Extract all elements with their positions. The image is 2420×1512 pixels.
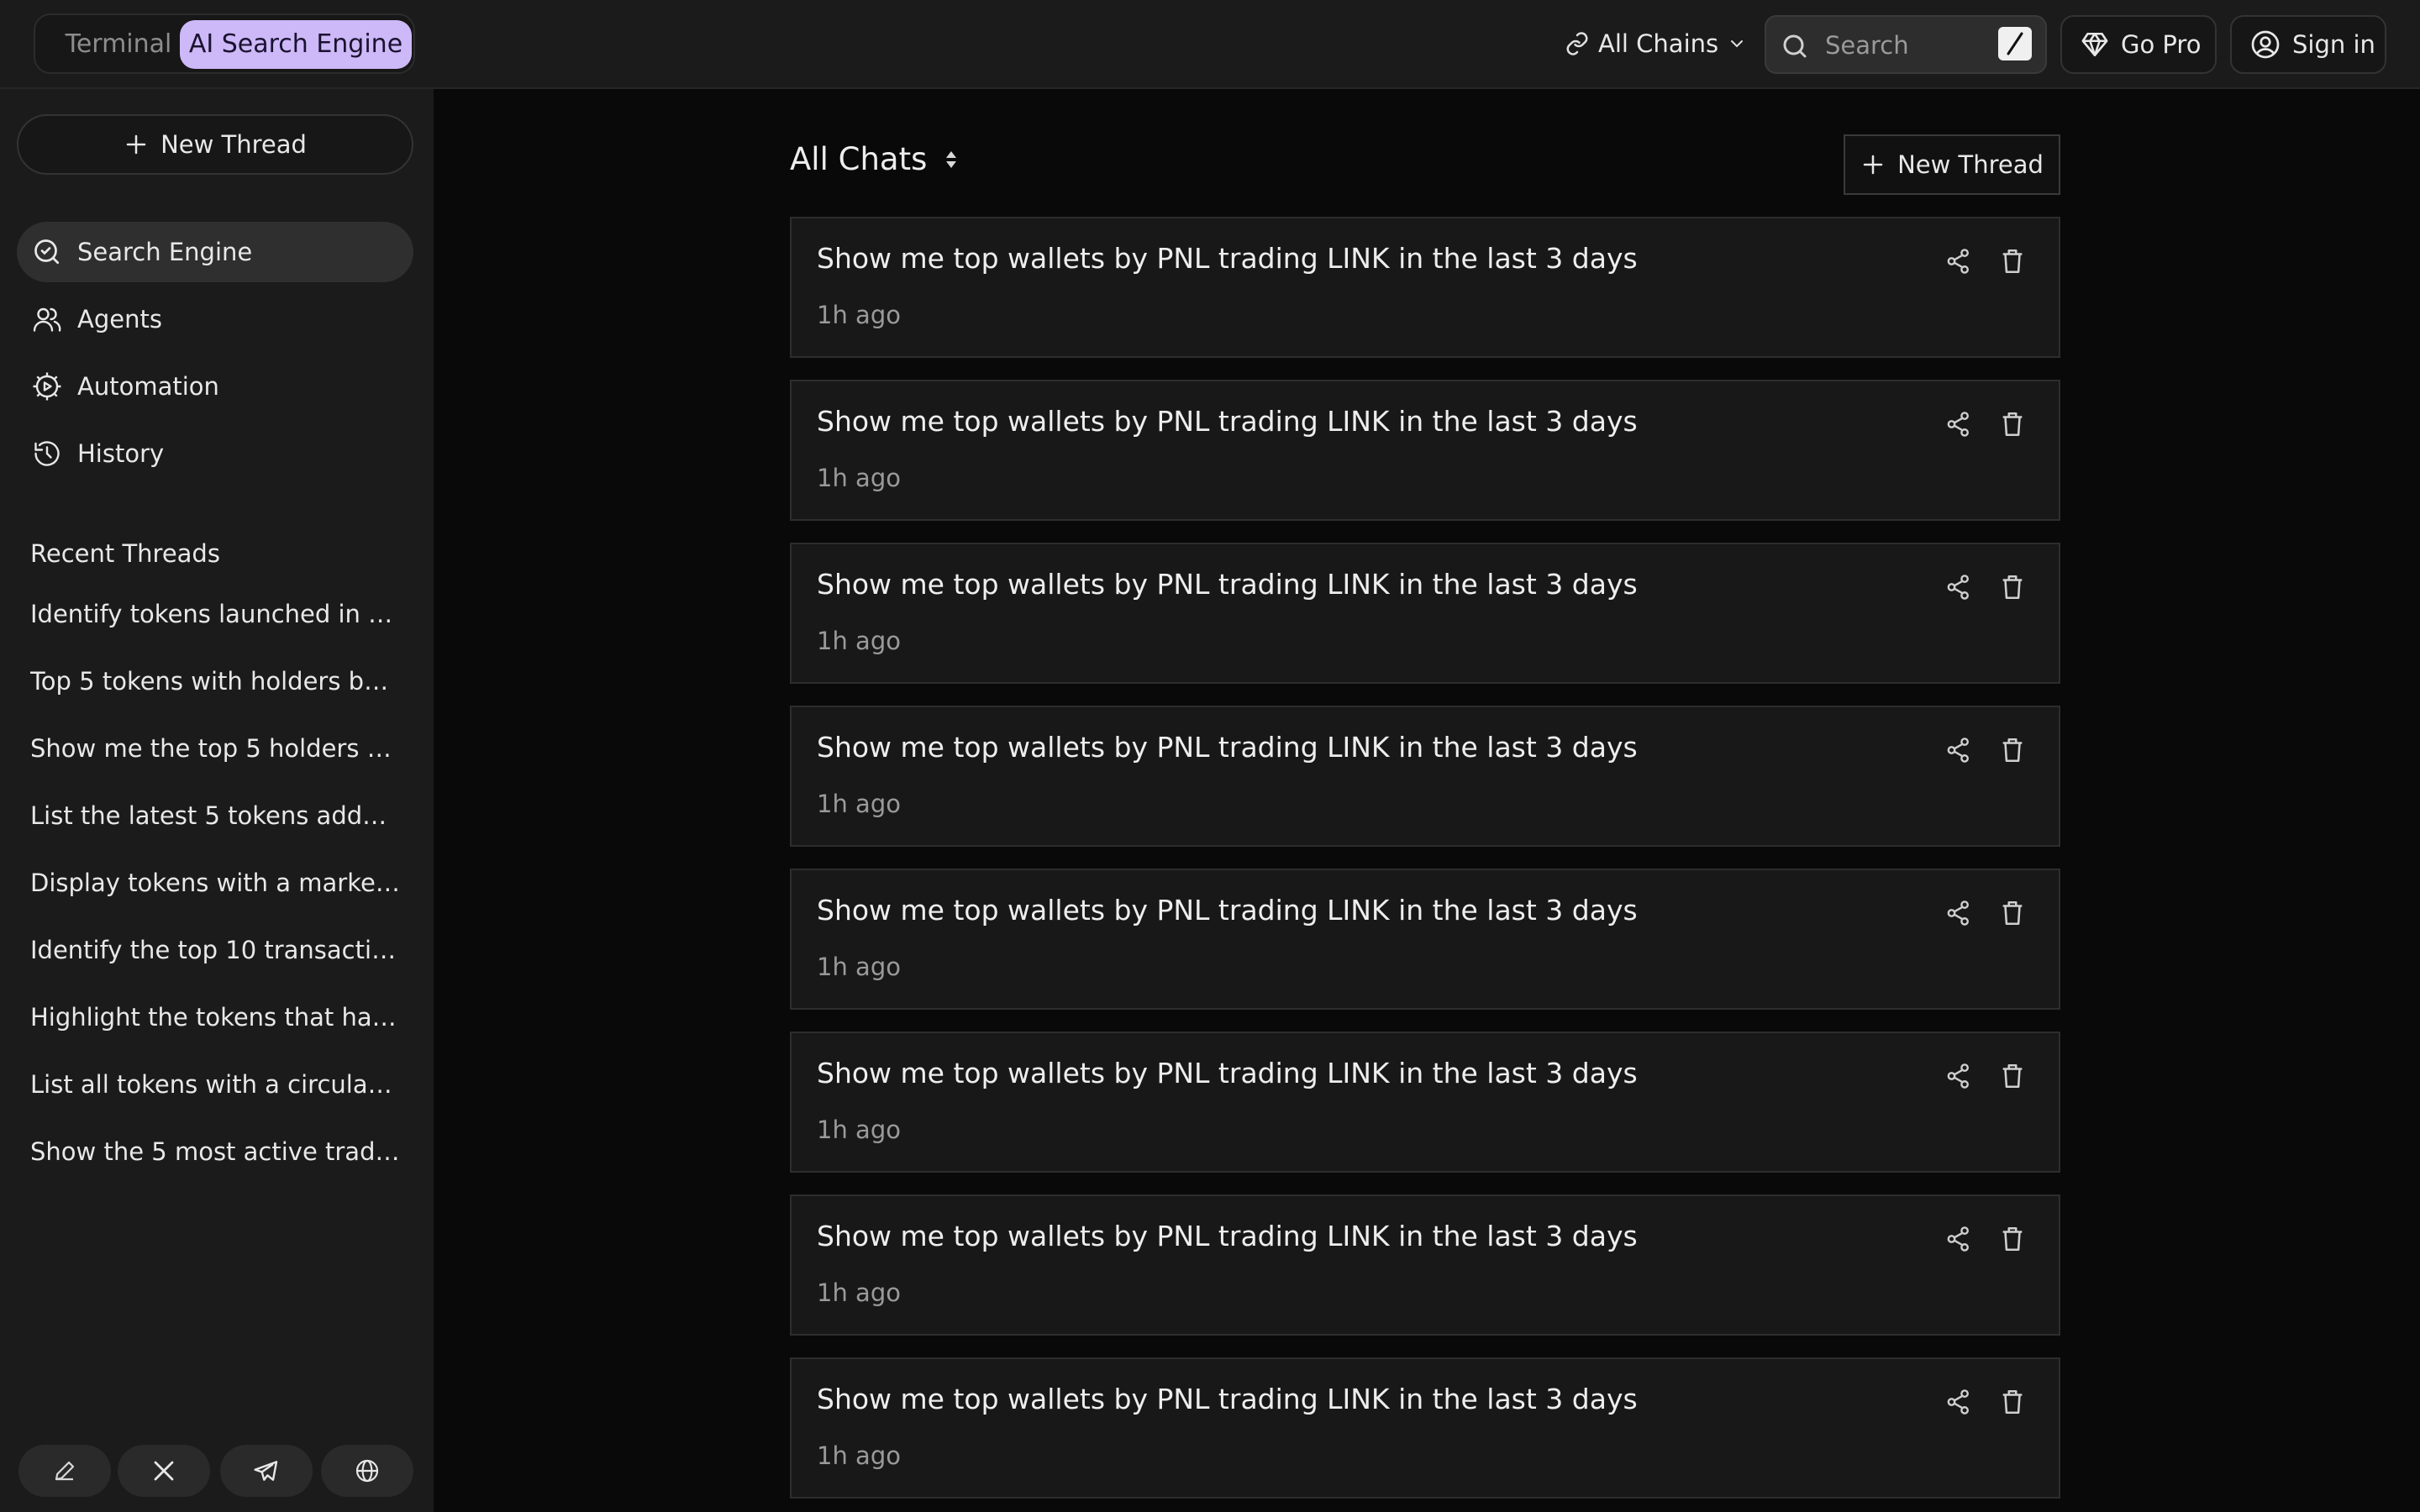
recent-threads-heading: Recent Threads	[30, 539, 220, 568]
chat-time: 1h ago	[817, 464, 901, 492]
chat-title: Show me top wallets by PNL trading LINK …	[817, 894, 1638, 927]
telegram-link-button[interactable]	[220, 1445, 313, 1497]
chat-card[interactable]: Show me top wallets by PNL trading LINK …	[790, 217, 2060, 358]
chat-title: Show me top wallets by PNL trading LINK …	[817, 242, 1638, 275]
share-icon[interactable]	[1944, 1225, 1973, 1253]
sidebar-item-label: Search Engine	[77, 238, 253, 266]
go-pro-label: Go Pro	[2121, 30, 2202, 59]
trash-icon[interactable]	[1998, 410, 2027, 438]
all-chats-sort[interactable]: All Chats	[790, 141, 960, 177]
recent-thread-item[interactable]: List all tokens with a circulatin...	[30, 1070, 400, 1099]
trash-icon[interactable]	[1998, 1225, 2027, 1253]
share-icon[interactable]	[1944, 736, 1973, 764]
share-icon[interactable]	[1944, 899, 1973, 927]
x-link-button[interactable]	[118, 1445, 210, 1497]
chat-time: 1h ago	[817, 627, 901, 655]
new-thread-button[interactable]: New Thread	[1844, 134, 2060, 195]
chat-card[interactable]: Show me top wallets by PNL trading LINK …	[790, 1357, 2060, 1499]
sign-in-button[interactable]: Sign in	[2230, 15, 2386, 74]
sidebar-new-thread-button[interactable]: New Thread	[17, 114, 413, 175]
search-input[interactable]	[1825, 27, 1985, 64]
users-icon	[33, 307, 61, 332]
trash-icon[interactable]	[1998, 899, 2027, 927]
chat-time: 1h ago	[817, 790, 901, 818]
chat-time: 1h ago	[817, 1116, 901, 1144]
recent-thread-item[interactable]: Show the 5 most active tradin...	[30, 1137, 400, 1166]
diamond-icon	[2081, 32, 2108, 57]
link-icon	[1566, 32, 1588, 55]
share-icon[interactable]	[1944, 247, 1973, 276]
tab-ai-search-engine[interactable]: AI Search Engine	[180, 20, 412, 69]
recent-thread-item[interactable]: Identify the top 10 transaction...	[30, 936, 400, 964]
trash-icon[interactable]	[1998, 1388, 2027, 1416]
recent-thread-item[interactable]: Show me the top 5 holders of...	[30, 734, 400, 763]
chat-time: 1h ago	[817, 1441, 901, 1470]
sort-icon	[946, 150, 957, 168]
plus-icon	[1863, 155, 1883, 175]
plus-icon	[126, 134, 146, 155]
sidebar-item-label: Agents	[77, 305, 162, 333]
recent-thread-item[interactable]: Identify tokens launched in th...	[30, 600, 400, 628]
chevron-down-icon	[1731, 40, 1744, 48]
recent-thread-item[interactable]: Display tokens with a market c...	[30, 869, 400, 897]
trash-icon[interactable]	[1998, 736, 2027, 764]
search-icon	[1783, 34, 1807, 58]
recent-thread-item[interactable]: Top 5 tokens with holders bet...	[30, 667, 400, 696]
chat-time: 1h ago	[817, 301, 901, 329]
telegram-icon	[254, 1461, 278, 1481]
chat-card[interactable]: Show me top wallets by PNL trading LINK …	[790, 380, 2060, 521]
gear-play-icon	[33, 372, 61, 401]
sidebar-item-history[interactable]: History	[17, 423, 413, 484]
chat-title: Show me top wallets by PNL trading LINK …	[817, 1057, 1638, 1089]
new-thread-label: New Thread	[160, 130, 307, 159]
sidebar-item-agents[interactable]: Agents	[17, 289, 413, 349]
sidebar-item-label: Automation	[77, 372, 219, 401]
chat-title: Show me top wallets by PNL trading LINK …	[817, 1383, 1638, 1415]
trash-icon[interactable]	[1998, 247, 2027, 276]
share-icon[interactable]	[1944, 1388, 1973, 1416]
chat-card[interactable]: Show me top wallets by PNL trading LINK …	[790, 543, 2060, 684]
top-bar: Terminal AI Search Engine All Chains Go …	[0, 0, 2420, 89]
chat-title: Show me top wallets by PNL trading LINK …	[817, 568, 1638, 601]
chat-title: Show me top wallets by PNL trading LINK …	[817, 405, 1638, 438]
sidebar-item-automation[interactable]: Automation	[17, 356, 413, 417]
sidebar-item-label: History	[77, 439, 165, 468]
slash-shortcut-icon	[1998, 27, 2032, 60]
recent-thread-item[interactable]: Highlight the tokens that have...	[30, 1003, 400, 1032]
x-logo-icon	[154, 1461, 174, 1481]
chains-dropdown[interactable]: All Chains	[1565, 25, 1747, 62]
page-title: All Chats	[790, 141, 928, 177]
share-icon[interactable]	[1944, 573, 1973, 601]
history-icon	[34, 441, 60, 466]
share-icon[interactable]	[1944, 410, 1973, 438]
user-circle-icon	[2251, 30, 2280, 59]
chat-card[interactable]: Show me top wallets by PNL trading LINK …	[790, 1032, 2060, 1173]
new-thread-label: New Thread	[1897, 150, 2044, 179]
tab-terminal[interactable]: Terminal	[47, 20, 190, 69]
chains-label: All Chains	[1598, 29, 1719, 58]
chat-card[interactable]: Show me top wallets by PNL trading LINK …	[790, 1194, 2060, 1336]
go-pro-button[interactable]: Go Pro	[2060, 15, 2217, 74]
chat-title: Show me top wallets by PNL trading LINK …	[817, 1220, 1638, 1252]
sidebar-item-search-engine[interactable]: Search Engine	[17, 222, 413, 282]
search-check-icon	[34, 239, 60, 265]
share-icon[interactable]	[1944, 1062, 1973, 1090]
mode-switcher: Terminal AI Search Engine	[34, 13, 415, 74]
chat-card[interactable]: Show me top wallets by PNL trading LINK …	[790, 706, 2060, 847]
recent-thread-item[interactable]: List the latest 5 tokens added...	[30, 801, 400, 830]
chat-time: 1h ago	[817, 1278, 901, 1307]
trash-icon[interactable]	[1998, 1062, 2027, 1090]
chat-card[interactable]: Show me top wallets by PNL trading LINK …	[790, 869, 2060, 1010]
feedback-button[interactable]	[18, 1445, 111, 1497]
chat-title: Show me top wallets by PNL trading LINK …	[817, 731, 1638, 764]
globe-icon	[355, 1459, 379, 1483]
website-link-button[interactable]	[321, 1445, 413, 1497]
sidebar: New Thread Search Engine Agents Automati…	[0, 89, 434, 1512]
pen-icon	[55, 1461, 75, 1481]
chat-time: 1h ago	[817, 953, 901, 981]
trash-icon[interactable]	[1998, 573, 2027, 601]
sign-in-label: Sign in	[2292, 30, 2375, 59]
